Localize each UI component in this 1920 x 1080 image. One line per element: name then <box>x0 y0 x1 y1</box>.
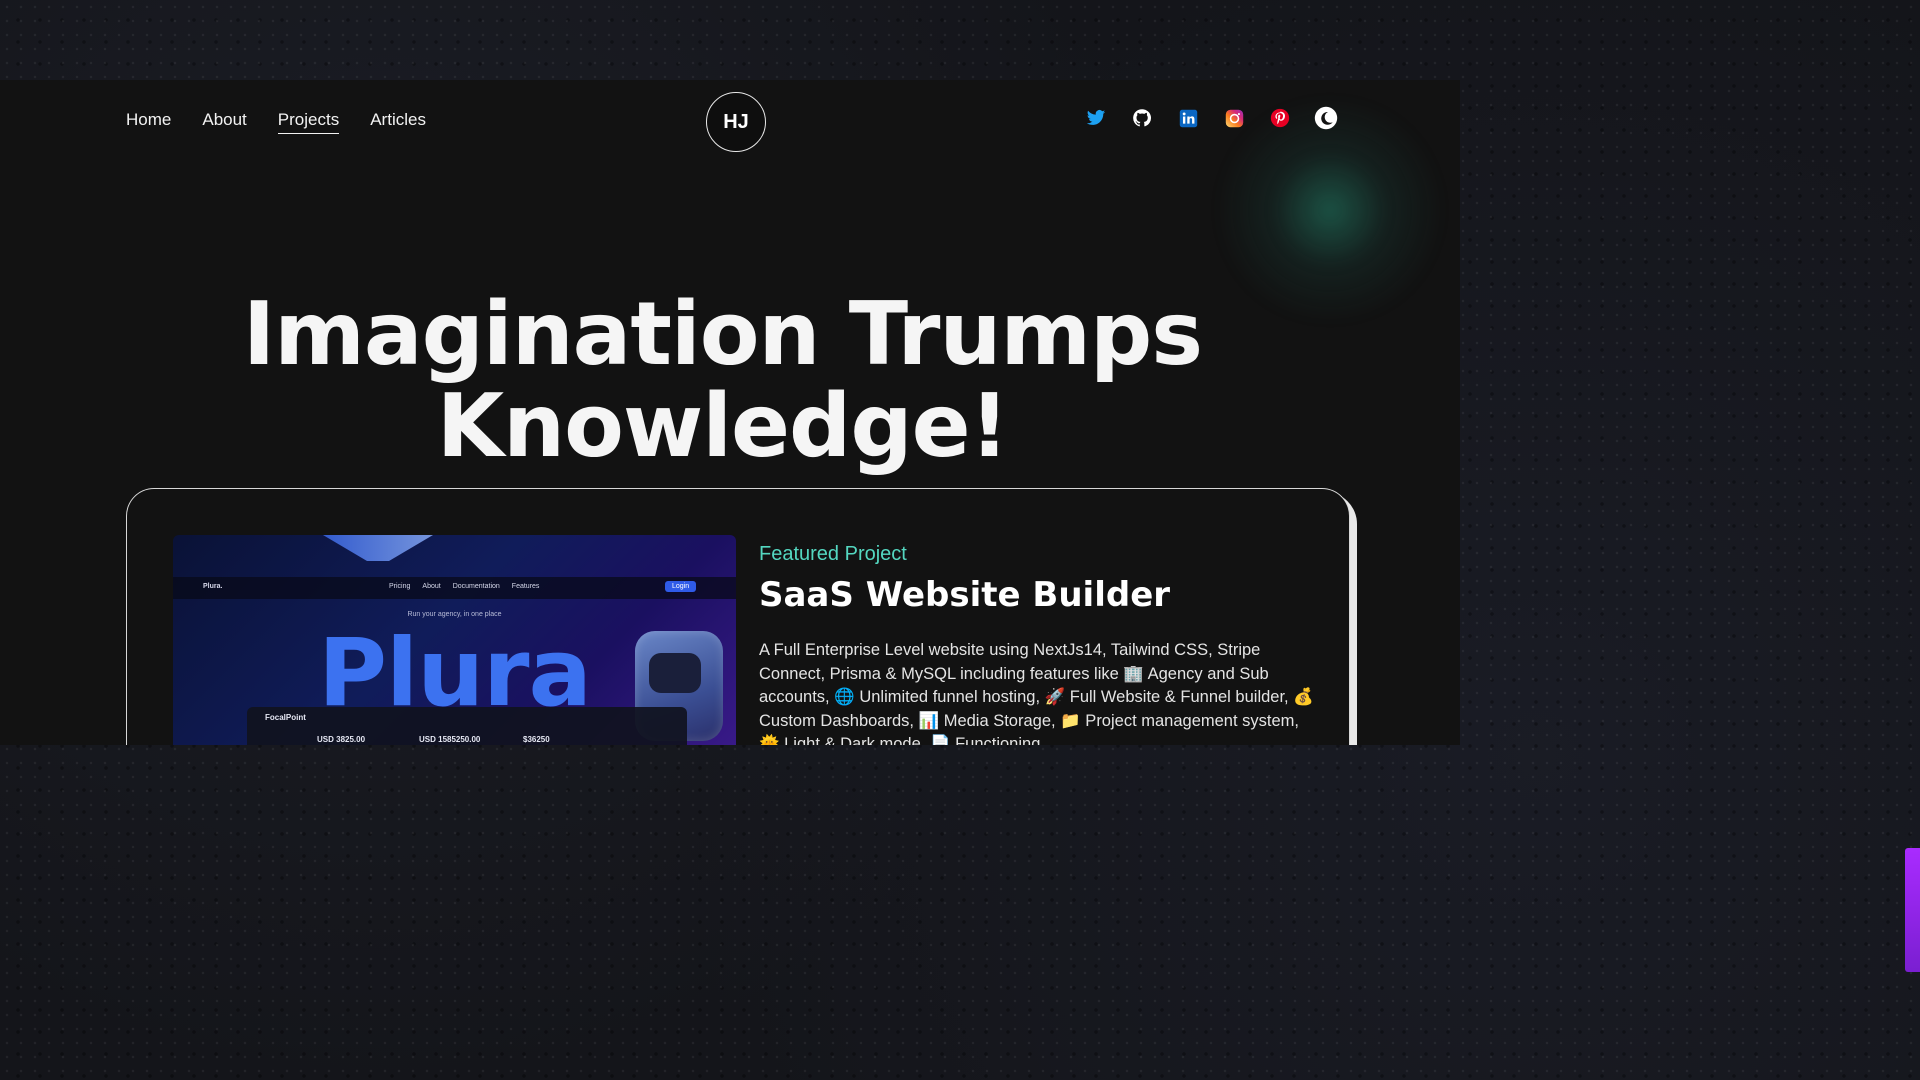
screenshot-link: Pricing <box>389 583 411 590</box>
screenshot-panel-title: FocalPoint <box>265 713 306 722</box>
theme-toggle-icon[interactable] <box>1314 106 1338 130</box>
featured-label: Featured Project <box>759 543 907 565</box>
screenshot-link: Documentation <box>452 583 500 590</box>
hero-line-1: Imagination Trumps <box>242 283 1203 386</box>
nav-articles-link[interactable]: Articles <box>370 110 426 134</box>
screenshot-value: USD 3825.00 <box>317 735 366 744</box>
screenshot-link: About <box>422 583 441 590</box>
twitter-icon[interactable] <box>1084 106 1108 130</box>
linkedin-icon[interactable] <box>1176 106 1200 130</box>
pinterest-icon[interactable] <box>1268 106 1292 130</box>
screenshot-links: Pricing About Documentation Features <box>389 583 539 590</box>
ambient-glow <box>1210 100 1450 320</box>
nav-projects-link[interactable]: Projects <box>277 110 340 134</box>
robot-face <box>649 653 701 693</box>
prism-graphic <box>323 535 433 561</box>
nav-home-link[interactable]: Home <box>126 110 171 134</box>
social-links <box>1084 106 1338 130</box>
edge-accent-bar <box>1905 848 1920 972</box>
project-screenshot[interactable]: Plura. Pricing About Documentation Featu… <box>173 535 736 745</box>
screenshot-dashboard-panel: FocalPoint USD 3825.00 USD 1585250.00 $3… <box>247 707 687 745</box>
featured-project-card: Plura. Pricing About Documentation Featu… <box>126 488 1350 745</box>
screenshot-tagline: Run your agency, in one place <box>407 611 502 618</box>
project-title-link[interactable]: SaaS Website Builder <box>759 575 1170 615</box>
hero-heading: Imagination Trumps Knowledge! <box>0 288 1445 472</box>
site-logo[interactable]: HJ <box>706 92 766 152</box>
hero-line-2: Knowledge! <box>436 375 1010 478</box>
browser-viewport: Home About Projects Articles HJ Imaginat… <box>0 80 1460 745</box>
screenshot-nav: Plura. Pricing About Documentation Featu… <box>173 577 736 599</box>
screen: Home About Projects Articles HJ Imaginat… <box>0 0 1920 1080</box>
screenshot-login: Login <box>665 581 697 592</box>
github-icon[interactable] <box>1130 106 1154 130</box>
project-description: A Full Enterprise Level website using Ne… <box>759 641 1314 745</box>
nav-about-link[interactable]: About <box>202 110 246 134</box>
main-nav: Home About Projects Articles <box>126 110 426 134</box>
screenshot-brand: Plura. <box>203 583 223 590</box>
screenshot-link: Features <box>511 583 540 590</box>
instagram-icon[interactable] <box>1222 106 1246 130</box>
screenshot-value: USD 1585250.00 <box>419 735 481 744</box>
screenshot-value: $36250 <box>523 735 550 744</box>
